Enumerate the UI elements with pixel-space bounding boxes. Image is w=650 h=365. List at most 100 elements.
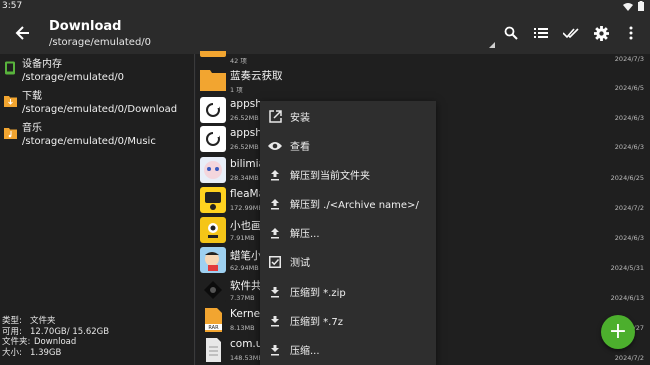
- select-all-icon[interactable]: [562, 24, 580, 42]
- upload-icon: [268, 226, 282, 240]
- sidebar-item-label: 音乐: [22, 123, 42, 134]
- gear-icon[interactable]: [592, 24, 610, 42]
- sidebar-item-device-storage[interactable]: 设备内存 /storage/emulated/0: [4, 58, 124, 84]
- folder-icon: [200, 67, 226, 93]
- file-date: 2024/7/2: [614, 354, 644, 362]
- download-icon: [268, 314, 282, 328]
- folder-info: 类型: 文件夹 可用: 12.70GB/ 15.62GB 文件夹: Download …: [2, 316, 109, 358]
- dropdown-triangle-icon[interactable]: [489, 42, 495, 48]
- menu-item-test[interactable]: 测试: [260, 247, 436, 276]
- menu-item-label: 压缩到 *.zip: [290, 288, 346, 299]
- list-item[interactable]: 蓝奏云获取 1 项 2024/6/5: [196, 65, 650, 95]
- menu-item-label: 压缩到 *.7z: [290, 317, 343, 328]
- sidebar-item-label: 下载: [22, 91, 42, 102]
- status-bar: 3:57: [0, 0, 650, 14]
- fleamarket-app-icon: [200, 187, 226, 213]
- download-icon: [268, 343, 282, 357]
- file-meta: 8.13MB: [230, 324, 255, 332]
- file-date: 2024/6/13: [610, 294, 644, 302]
- search-icon[interactable]: [502, 24, 520, 42]
- status-icons: [623, 1, 644, 11]
- file-name: 软件共: [230, 280, 262, 292]
- menu-item-extract-here[interactable]: 解压到当前文件夹: [260, 160, 436, 189]
- share-app-icon: [200, 277, 226, 303]
- phone-storage-icon: [4, 60, 16, 75]
- menu-item-label: 解压到当前文件夹: [290, 171, 370, 182]
- menu-item-extract[interactable]: 解压...: [260, 218, 436, 247]
- folder-icon: [200, 51, 226, 57]
- menu-item-label: 查看: [290, 142, 310, 153]
- crayon-app-icon: [200, 247, 226, 273]
- menu-item-view[interactable]: 查看: [260, 131, 436, 160]
- info-value: 1.39GB: [30, 347, 62, 358]
- file-meta: 7.37MB: [230, 294, 255, 302]
- menu-item-install[interactable]: 安装: [260, 102, 436, 131]
- yellow-app-icon: [200, 217, 226, 243]
- file-name: 小也画: [230, 220, 262, 232]
- info-key: 文件夹:: [2, 337, 31, 347]
- app-icon: [200, 126, 226, 152]
- back-arrow-icon[interactable]: [13, 23, 33, 43]
- app-icon: [200, 97, 226, 123]
- file-date: 2024/5/31: [610, 264, 644, 272]
- download-folder-icon: [4, 92, 17, 107]
- info-value: 12.70GB/ 15.62GB: [30, 326, 110, 337]
- menu-item-label: 测试: [290, 258, 310, 269]
- upload-icon: [268, 197, 282, 211]
- sidebar-item-label: 设备内存: [22, 59, 62, 70]
- sidebar: 设备内存 /storage/emulated/0 下载 /storage/emu…: [0, 54, 195, 365]
- file-date: 2024/6/3: [614, 143, 644, 151]
- battery-icon: [638, 1, 644, 11]
- file-name: 蜡笔小: [230, 250, 262, 262]
- menu-item-label: 解压...: [290, 229, 320, 240]
- rar-archive-icon: RAR: [200, 307, 226, 333]
- file-date: 2024/6/3: [614, 114, 644, 122]
- file-meta: 26.52MB: [230, 114, 259, 122]
- info-key: 可用:: [2, 326, 22, 337]
- svg-text:RAR: RAR: [208, 325, 219, 331]
- info-value: 文件夹: [30, 316, 56, 326]
- sidebar-item-music[interactable]: 音乐 /storage/emulated/0/Music: [4, 122, 156, 148]
- menu-item-extract-to-folder[interactable]: 解压到 ./<Archive name>/: [260, 189, 436, 218]
- info-key: 大小:: [2, 347, 22, 358]
- toolbar-actions: [502, 24, 640, 42]
- checkbox-icon: [268, 255, 282, 269]
- download-icon: [268, 285, 282, 299]
- menu-item-compress-7z[interactable]: 压缩到 *.7z: [260, 306, 436, 335]
- file-meta: 7.91MB: [230, 234, 255, 242]
- info-value: Download: [34, 337, 77, 347]
- file-meta: 148.53MB: [230, 354, 263, 362]
- more-vert-icon[interactable]: [622, 24, 640, 42]
- menu-item-compress[interactable]: 压缩...: [260, 335, 436, 364]
- file-date: 2024/6/3: [614, 234, 644, 242]
- music-folder-icon: [4, 124, 17, 139]
- file-meta: 172.99MB: [230, 204, 263, 212]
- file-meta: 42 项: [230, 57, 247, 65]
- document-icon: [200, 337, 226, 363]
- file-meta: 1 项: [230, 86, 243, 94]
- file-meta: 62.94MB: [230, 264, 259, 272]
- menu-item-compress-zip[interactable]: 压缩到 *.zip: [260, 277, 436, 306]
- file-date: 2024/6/5: [614, 84, 644, 92]
- list-view-icon[interactable]: [532, 24, 550, 42]
- file-date: 2024/6/25: [610, 174, 644, 182]
- context-menu: 安装 查看 解压到当前文件夹 解压到 ./<Archive name>/ 解压.…: [260, 101, 436, 365]
- sidebar-item-path: /storage/emulated/0/Music: [22, 136, 156, 147]
- list-item[interactable]: 42 项 2024/7/3: [196, 51, 650, 65]
- anime-app-icon: [200, 157, 226, 183]
- menu-item-label: 解压到 ./<Archive name>/: [290, 200, 419, 211]
- menu-item-label: 压缩...: [290, 346, 320, 357]
- page-title: Download: [49, 19, 122, 34]
- add-fab-button[interactable]: +: [601, 315, 635, 349]
- file-date: 2024/7/2: [614, 204, 644, 212]
- sidebar-item-download[interactable]: 下载 /storage/emulated/0/Download: [4, 90, 177, 116]
- eye-icon: [268, 139, 282, 153]
- upload-icon: [268, 168, 282, 182]
- menu-item-label: 安装: [290, 113, 310, 124]
- sidebar-item-path: /storage/emulated/0: [22, 72, 125, 83]
- info-key: 类型:: [2, 316, 22, 326]
- status-time: 3:57: [2, 1, 23, 11]
- app-bar: Download /storage/emulated/0: [0, 14, 650, 54]
- file-date: 2024/7/3: [614, 55, 644, 63]
- file-meta: 28.34MB: [230, 174, 259, 182]
